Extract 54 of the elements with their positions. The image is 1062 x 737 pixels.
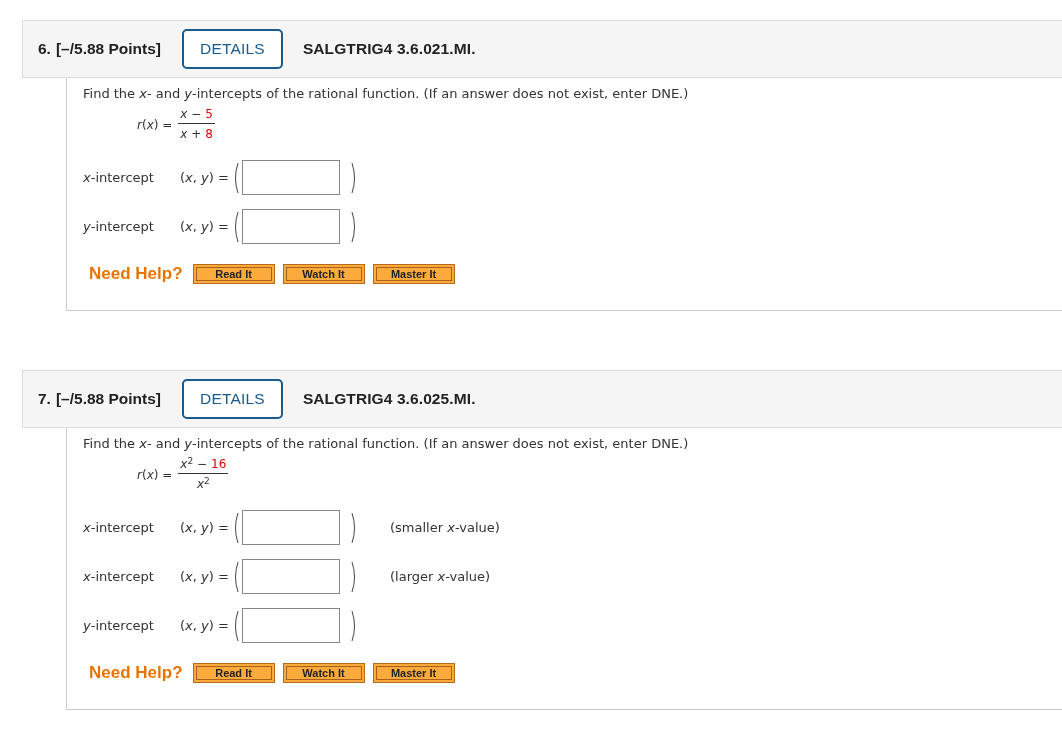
help-button[interactable]: Master It: [372, 663, 455, 683]
formula-term: x$^{2}$: [196, 477, 210, 492]
left-parenthesis-icon: [232, 608, 240, 643]
right-parenthesis-icon: [350, 209, 358, 244]
help-button[interactable]: Watch It: [282, 264, 365, 284]
answer-label: x-intercept: [83, 569, 155, 584]
answer-label: x-intercept: [83, 520, 155, 535]
answer-input[interactable]: [242, 209, 340, 244]
left-parenthesis-icon: [232, 510, 240, 545]
question-prompt: Find the x- and y-intercepts of the rational function. (If an answer does not exist, enter DNE.): [83, 436, 690, 451]
right-parenthesis-icon: [350, 510, 358, 545]
help-button[interactable]: Watch It: [282, 663, 365, 683]
formula-term: 5: [205, 107, 213, 122]
left-parenthesis-icon: [232, 160, 240, 195]
right-parenthesis-icon: [350, 160, 358, 195]
left-parenthesis-icon: [232, 209, 240, 244]
help-button[interactable]: Read It: [192, 663, 275, 683]
question-prompt: Find the x- and y-intercepts of the rational function. (If an answer does not exist, enter DNE.): [83, 86, 690, 101]
item-id: SALGTRIG4 3.6.025.MI.: [302, 390, 476, 408]
need-help-label: Need Help?: [89, 663, 183, 683]
point-expression: (x, y) =: [180, 618, 230, 633]
point-expression: (x, y) =: [180, 569, 230, 584]
answer-label: y-intercept: [83, 219, 155, 234]
formula-term: x −: [180, 107, 202, 122]
help-button[interactable]: Read It: [192, 264, 275, 284]
point-expression: (x, y) =: [180, 520, 230, 535]
function-label: r(x) =: [137, 467, 173, 482]
question-number: 6.: [38, 40, 51, 58]
function-label: r(x) =: [137, 117, 173, 132]
answer-input[interactable]: [242, 608, 340, 643]
formula-term: 16: [211, 457, 227, 472]
formula-term: x +: [180, 127, 202, 142]
answer-label: x-intercept: [83, 170, 155, 185]
point-expression: (x, y) =: [180, 170, 230, 185]
right-parenthesis-icon: [350, 559, 358, 594]
details-button[interactable]: DETAILS: [182, 29, 283, 69]
points-label: [–/5.88 Points]: [55, 40, 162, 58]
answer-label: y-intercept: [83, 618, 155, 633]
points-label: [–/5.88 Points]: [55, 390, 162, 408]
formula-term: 8: [205, 127, 213, 142]
formula-term: x$^{2}$ −: [180, 457, 207, 472]
left-parenthesis-icon: [232, 559, 240, 594]
answer-hint: (smaller x-value): [390, 520, 500, 535]
item-id: SALGTRIG4 3.6.021.MI.: [302, 40, 476, 58]
need-help-label: Need Help?: [89, 264, 183, 284]
question-number: 7.: [38, 390, 51, 408]
answer-input[interactable]: [242, 160, 340, 195]
answer-hint: (larger x-value): [390, 569, 491, 584]
right-parenthesis-icon: [350, 608, 358, 643]
point-expression: (x, y) =: [180, 219, 230, 234]
answer-input[interactable]: [242, 559, 340, 594]
help-button[interactable]: Master It: [372, 264, 455, 284]
details-button[interactable]: DETAILS: [182, 379, 283, 419]
answer-input[interactable]: [242, 510, 340, 545]
